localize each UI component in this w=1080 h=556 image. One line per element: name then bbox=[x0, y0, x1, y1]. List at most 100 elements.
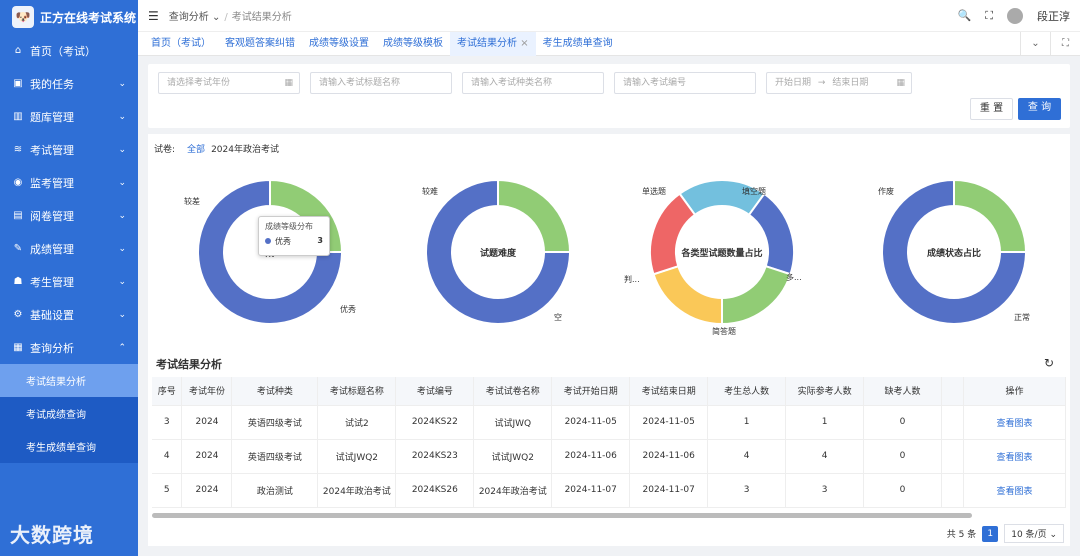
view-chart-link[interactable]: 查看图表 bbox=[963, 405, 1067, 440]
tab-3[interactable]: 成绩等级模板 bbox=[376, 32, 450, 56]
logo-icon: 🐶 bbox=[12, 6, 34, 28]
table-cell: 1 bbox=[707, 405, 787, 440]
table-cell: 2024 bbox=[181, 473, 233, 508]
title-input[interactable]: 请输入考试标题名称 bbox=[310, 72, 452, 94]
table-cell: 3 bbox=[152, 405, 183, 440]
layers-icon: ≋ bbox=[13, 144, 23, 155]
donut-slice[interactable] bbox=[649, 192, 697, 276]
table-cell: 3 bbox=[785, 473, 865, 508]
close-icon: × bbox=[520, 37, 529, 49]
kind-input[interactable]: 请输入考试种类名称 bbox=[462, 72, 604, 94]
chart-center-label: 成绩状态占比 bbox=[926, 249, 981, 259]
donut-slice[interactable] bbox=[721, 264, 792, 326]
chart-label: 多... bbox=[786, 273, 802, 282]
sidebar: 🐶 正方在线考试系统 ⌂ 首页（考试） ▣ 我的任务 ⌄ ▥ 题库管理 ⌄ ≋ 考试管理 ⌄ ◉ 监考管… bbox=[0, 0, 138, 556]
result-table: 序号 考试年份 考试种类 考试标题名称 考试编号 考试试卷名称 考试开始日期 考试结束日期 考生… bbox=[152, 377, 1067, 508]
chart-label: 单选题 bbox=[642, 187, 666, 196]
page-1-button[interactable]: 1 bbox=[982, 525, 999, 542]
sidebar-subitem-2[interactable]: 考生成绩单查询 bbox=[0, 430, 138, 463]
tab-bar: 首页（考试） 客观题答案纠错 成绩等级设置 成绩等级模板 考试结果分析 × 考生成绩单查询… bbox=[138, 31, 1080, 56]
fullscreen-icon[interactable]: ⛶ bbox=[985, 9, 993, 23]
table-header: 考试标题名称 bbox=[317, 377, 397, 406]
tabs-dropdown-icon[interactable]: ⌄ bbox=[1020, 31, 1050, 56]
table-cell: 2024-11-06 bbox=[551, 439, 631, 474]
donut-slice[interactable] bbox=[953, 178, 1028, 253]
chart-center-label: 试题难度 bbox=[479, 249, 516, 259]
edit-icon: ✎ bbox=[13, 243, 23, 254]
chevron-icon: ⌄ bbox=[118, 210, 126, 221]
tab-5[interactable]: 考生成绩单查询 bbox=[536, 32, 620, 56]
tab-0[interactable]: 首页（考试） bbox=[144, 32, 218, 56]
monitor-icon: ◉ bbox=[13, 177, 23, 188]
sidebar-item-9[interactable]: ▦ 查询分析 ⌃ bbox=[0, 331, 138, 364]
table-cell: 0 bbox=[863, 473, 942, 508]
table-header bbox=[941, 377, 964, 406]
table-header: 考试编号 bbox=[395, 377, 475, 406]
sidebar-item-6[interactable]: ✎ 成绩管理 ⌄ bbox=[0, 232, 138, 265]
table-cell: 2024 bbox=[181, 405, 233, 440]
people-icon: ☗ bbox=[13, 276, 23, 287]
reset-button[interactable]: 重 置 bbox=[970, 98, 1013, 120]
calendar-icon: ▦ bbox=[896, 78, 905, 88]
table-header: 实际参考人数 bbox=[785, 377, 865, 406]
sidebar-item-1[interactable]: ▣ 我的任务 ⌄ bbox=[0, 67, 138, 100]
pagination: 共 5 条 1 10 条/页 ⌄ bbox=[947, 524, 1064, 543]
sidebar-item-7[interactable]: ☗ 考生管理 ⌄ bbox=[0, 265, 138, 298]
sidebar-item-3[interactable]: ≋ 考试管理 ⌄ bbox=[0, 133, 138, 166]
table-cell: 2024年政治考试 bbox=[473, 473, 553, 508]
sidebar-subitem-0[interactable]: 考试结果分析 bbox=[0, 364, 138, 397]
chevron-icon: ⌄ bbox=[118, 309, 126, 320]
table-cell: 英语四级考试 bbox=[231, 439, 319, 474]
chart-label: 简答题 bbox=[712, 327, 736, 336]
refresh-icon[interactable]: ↻ bbox=[1044, 356, 1054, 370]
donut-slice[interactable] bbox=[497, 178, 572, 253]
sidebar-item-2[interactable]: ▥ 题库管理 ⌄ bbox=[0, 100, 138, 133]
table-cell: 2024-11-06 bbox=[629, 439, 709, 474]
tab-4[interactable]: 考试结果分析 × bbox=[450, 31, 536, 56]
sidebar-item-5[interactable]: ▤ 阅卷管理 ⌄ bbox=[0, 199, 138, 232]
sidebar-item-4[interactable]: ◉ 监考管理 ⌄ bbox=[0, 166, 138, 199]
view-chart-link[interactable]: 查看图表 bbox=[963, 439, 1067, 474]
no-input[interactable]: 请输入考试编号 bbox=[614, 72, 756, 94]
table-cell bbox=[941, 473, 964, 508]
chart-label: 较难 bbox=[422, 187, 438, 196]
table-cell: 2024年政治考试 bbox=[317, 473, 397, 508]
sidebar-item-8[interactable]: ⚙ 基础设置 ⌄ bbox=[0, 298, 138, 331]
table-cell: 试试JWQ bbox=[473, 405, 553, 440]
view-chart-link[interactable]: 查看图表 bbox=[963, 473, 1067, 508]
donut-chart-1: 试题难度 较难空 bbox=[398, 164, 598, 354]
table-cell bbox=[941, 405, 964, 440]
search-icon[interactable]: 🔍 bbox=[958, 9, 972, 22]
table-header: 序号 bbox=[152, 377, 183, 406]
section-title: 考试结果分析 bbox=[156, 358, 222, 371]
menu-toggle-icon[interactable]: ☰ bbox=[148, 9, 159, 23]
chart-center-label: 各类型试题数量占比 bbox=[681, 249, 763, 259]
donut-slice[interactable] bbox=[652, 264, 723, 326]
table-cell: 3 bbox=[707, 473, 787, 508]
bank-icon: ▥ bbox=[13, 111, 23, 122]
chart-label: 作废 bbox=[878, 187, 894, 196]
brand-watermark: 大数跨境 bbox=[10, 523, 94, 547]
chart-label: 优秀 bbox=[340, 305, 356, 314]
avatar[interactable] bbox=[1007, 7, 1023, 24]
donut-slice[interactable] bbox=[747, 192, 795, 276]
table-cell: 试试JWQ2 bbox=[473, 439, 553, 474]
sidebar-subitem-1[interactable]: 考试成绩查询 bbox=[0, 397, 138, 430]
table-cell: 0 bbox=[863, 405, 942, 440]
table-row: 3 2024 英语四级考试 试试2 2024KS22 试试JWQ 2024-11-05 202… bbox=[152, 405, 1067, 440]
year-select[interactable]: 请选择考试年份 ▦ bbox=[158, 72, 300, 94]
date-range[interactable]: 开始日期 → 结束日期 ▦ bbox=[766, 72, 912, 94]
horizontal-scrollbar[interactable] bbox=[152, 513, 972, 518]
table-cell: 0 bbox=[863, 439, 942, 474]
chevron-icon: ⌄ bbox=[118, 111, 126, 122]
search-button[interactable]: 查 询 bbox=[1018, 98, 1061, 120]
page-size-select[interactable]: 10 条/页 ⌄ bbox=[1004, 524, 1064, 543]
user-name[interactable]: 段正淳 bbox=[1037, 8, 1070, 24]
sidebar-item-0[interactable]: ⌂ 首页（考试） bbox=[0, 34, 138, 67]
paper-icon: ▤ bbox=[13, 210, 23, 221]
tabs-expand-icon[interactable]: ⛶ bbox=[1050, 31, 1080, 56]
result-panel: 试卷:全部2024年政治考试 成较差优秀试题难度较难空各类型试题数量占比单选题填… bbox=[148, 134, 1070, 546]
tab-1[interactable]: 客观题答案纠错 bbox=[218, 32, 302, 56]
table-header: 考试开始日期 bbox=[551, 377, 631, 406]
tab-2[interactable]: 成绩等级设置 bbox=[302, 32, 376, 56]
